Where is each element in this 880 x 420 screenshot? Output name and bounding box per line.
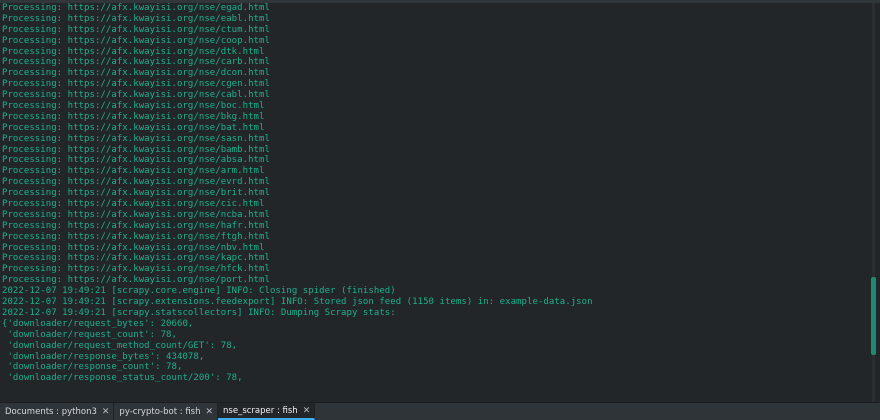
terminal-line: Processing: https://afx.kwayisi.org/nse/… xyxy=(2,24,270,35)
terminal-line: Processing: https://afx.kwayisi.org/nse/… xyxy=(2,188,270,199)
terminal-line: Processing: https://afx.kwayisi.org/nse/… xyxy=(2,275,270,286)
terminal-line: Processing: https://afx.kwayisi.org/nse/… xyxy=(2,79,270,90)
terminal-line: Processing: https://afx.kwayisi.org/nse/… xyxy=(2,122,265,133)
terminal-line: Processing: https://afx.kwayisi.org/nse/… xyxy=(2,220,270,231)
tab-py-crypto-bot-fish[interactable]: py-crypto-bot : fish ✕ xyxy=(114,403,219,420)
close-icon[interactable]: ✕ xyxy=(205,407,213,417)
tab-bar: Documents : python3 ✕ py-crypto-bot : fi… xyxy=(0,402,880,420)
terminal-line: Processing: https://afx.kwayisi.org/nse/… xyxy=(2,57,270,68)
terminal-line: {'downloader/request_bytes': 20660, xyxy=(2,318,194,329)
tab-label: nse_scraper : fish xyxy=(223,405,298,416)
terminal-line: Processing: https://afx.kwayisi.org/nse/… xyxy=(2,133,270,144)
terminal-line: Processing: https://afx.kwayisi.org/nse/… xyxy=(2,46,265,57)
terminal-line: 'downloader/request_method_count/GET': 7… xyxy=(2,340,238,351)
terminal-line: Processing: https://afx.kwayisi.org/nse/… xyxy=(2,90,270,101)
terminal-line: Processing: https://afx.kwayisi.org/nse/… xyxy=(2,242,265,253)
terminal-line: Processing: https://afx.kwayisi.org/nse/… xyxy=(2,35,270,46)
terminal-line: Processing: https://afx.kwayisi.org/nse/… xyxy=(2,111,265,122)
terminal-lines: Processing: https://afx.kwayisi.org/nse/… xyxy=(0,3,866,384)
terminal-line: Processing: https://afx.kwayisi.org/nse/… xyxy=(2,231,270,242)
konsole-window: Processing: https://afx.kwayisi.org/nse/… xyxy=(0,0,880,420)
terminal-line: Processing: https://afx.kwayisi.org/nse/… xyxy=(2,68,270,79)
terminal-line: Processing: https://afx.kwayisi.org/nse/… xyxy=(2,166,265,177)
terminal-line: Processing: https://afx.kwayisi.org/nse/… xyxy=(2,155,270,166)
terminal-output[interactable]: Processing: https://afx.kwayisi.org/nse/… xyxy=(0,3,866,402)
tab-documents-python3[interactable]: Documents : python3 ✕ xyxy=(0,403,115,420)
terminal-line: 'downloader/request_count': 78, xyxy=(2,329,177,340)
terminal-line: 'downloader/response_status_count/200': … xyxy=(2,373,243,384)
terminal-line: Processing: https://afx.kwayisi.org/nse/… xyxy=(2,177,270,188)
terminal-line: 2022-12-07 19:49:21 [scrapy.extensions.f… xyxy=(2,297,593,308)
terminal-line: 'downloader/response_bytes': 434078, xyxy=(2,351,205,362)
close-icon[interactable]: ✕ xyxy=(303,406,311,416)
terminal-line: Processing: https://afx.kwayisi.org/nse/… xyxy=(2,264,270,275)
terminal-line: 2022-12-07 19:49:21 [scrapy.statscollect… xyxy=(2,307,396,318)
terminal-line: Processing: https://afx.kwayisi.org/nse/… xyxy=(2,209,270,220)
tab-nse-scraper-fish[interactable]: nse_scraper : fish ✕ xyxy=(218,403,316,420)
terminal-line: Processing: https://afx.kwayisi.org/nse/… xyxy=(2,199,265,210)
terminal-line: Processing: https://afx.kwayisi.org/nse/… xyxy=(2,144,270,155)
tab-label: py-crypto-bot : fish xyxy=(119,406,201,417)
tab-label: Documents : python3 xyxy=(5,406,97,417)
terminal-scrollbar[interactable] xyxy=(868,3,880,402)
terminal-line: 'downloader/response_count': 78, xyxy=(2,362,183,373)
terminal-line: 2022-12-07 19:49:21 [scrapy.core.engine]… xyxy=(2,286,396,297)
terminal-line: Processing: https://afx.kwayisi.org/nse/… xyxy=(2,253,270,264)
scrollbar-thumb[interactable] xyxy=(871,277,876,355)
terminal-line: Processing: https://afx.kwayisi.org/nse/… xyxy=(2,13,270,24)
terminal-line: Processing: https://afx.kwayisi.org/nse/… xyxy=(2,3,270,13)
terminal-line: Processing: https://afx.kwayisi.org/nse/… xyxy=(2,101,265,112)
close-icon[interactable]: ✕ xyxy=(102,407,110,417)
